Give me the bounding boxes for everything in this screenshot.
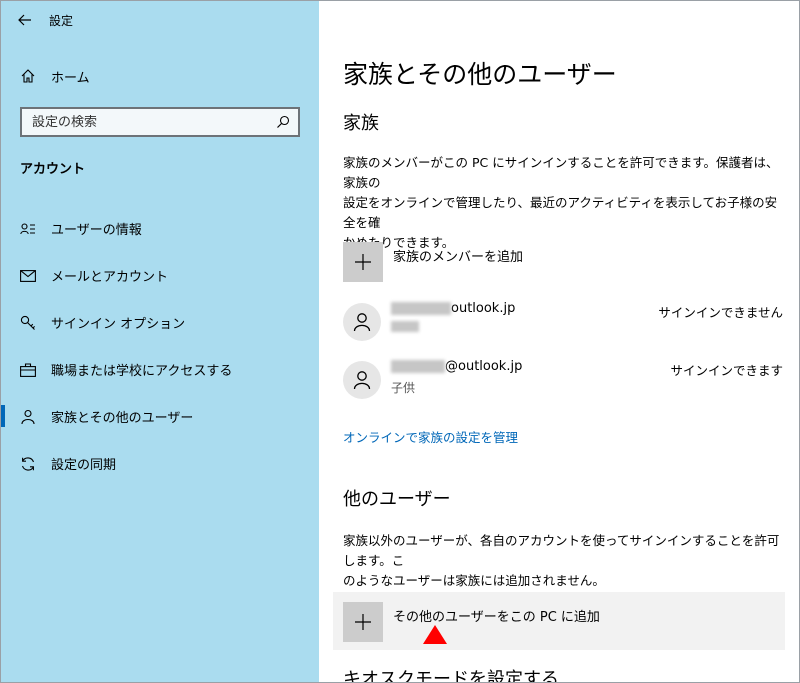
other-users-description-line: 家族以外のユーザーが、各自のアカウントを使ってサインインすることを許可します。こ [343, 533, 780, 568]
redacted-role [391, 321, 419, 332]
member-status: サインインできません [658, 305, 783, 320]
family-icon [19, 408, 37, 426]
manage-family-online-link[interactable]: オンラインで家族の設定を管理 [343, 427, 518, 446]
search-input[interactable] [32, 114, 262, 130]
page-title: 家族とその他のユーザー [343, 60, 617, 89]
member-email-suffix: outlook.jp [451, 301, 516, 316]
sidebar-item-family-other-users[interactable]: 家族とその他のユーザー [1, 393, 319, 440]
family-description: 家族のメンバーがこの PC にサインインすることを許可できます。保護者は、家族の… [343, 153, 783, 253]
person-icon [353, 313, 371, 332]
family-description-line: 設定をオンラインで管理したり、最近のアクティビティを表示してお子様の安全を確 [343, 195, 778, 230]
avatar [343, 361, 381, 399]
sidebar-item-label: 設定の同期 [51, 458, 117, 473]
key-icon [19, 314, 37, 332]
home-icon [19, 67, 37, 85]
sidebar-item-label: メールとアカウント [51, 270, 169, 285]
sidebar-item-label: 職場または学校にアクセスする [51, 364, 233, 379]
redacted-email-prefix [391, 302, 451, 315]
member-status: サインインできます [670, 363, 783, 378]
mail-icon [19, 267, 37, 285]
member-role [391, 321, 419, 332]
sidebar-item-access-work-school[interactable]: 職場または学校にアクセスする [1, 346, 319, 393]
kiosk-heading: キオスクモードを設定する [343, 669, 559, 683]
plus-icon [343, 242, 383, 282]
search-icon[interactable] [276, 115, 290, 129]
person-icon [353, 371, 371, 390]
sync-icon [19, 455, 37, 473]
settings-window: 設定 ホーム アカウント [0, 0, 800, 683]
section-title-account: アカウント [20, 162, 86, 177]
member-email: @outlook.jp [391, 359, 522, 374]
person-card-icon [19, 220, 37, 238]
back-arrow-icon [18, 14, 31, 26]
family-member-row[interactable]: @outlook.jp 子供 サインインできます [343, 357, 783, 403]
sidebar-item-sync-settings[interactable]: 設定の同期 [1, 440, 319, 487]
family-heading: 家族 [343, 113, 379, 134]
nav-home-label: ホーム [51, 70, 90, 86]
sidebar-item-label: ユーザーの情報 [51, 223, 142, 238]
family-member-row[interactable]: outlook.jp サインインできません [343, 299, 783, 345]
briefcase-icon [19, 361, 37, 379]
sidebar-item-email-accounts[interactable]: メールとアカウント [1, 252, 319, 299]
other-users-description-line: のようなユーザーは家族には追加されません。 [343, 573, 605, 588]
red-triangle-marker [423, 625, 447, 644]
title-bar: 設定 [1, 1, 319, 39]
search-box[interactable] [20, 107, 300, 137]
add-family-member-button[interactable]: 家族のメンバーを追加 [343, 242, 523, 282]
main-content: 家族とその他のユーザー 家族 家族のメンバーがこの PC にサインインすることを… [319, 1, 799, 683]
sidebar: 設定 ホーム アカウント [1, 1, 319, 682]
sidebar-item-label: サインイン オプション [51, 317, 186, 332]
nav-home[interactable]: ホーム [1, 59, 319, 93]
redacted-email-prefix [391, 360, 445, 373]
back-button[interactable] [1, 1, 49, 39]
family-description-line: 家族のメンバーがこの PC にサインインすることを許可できます。保護者は、家族の [343, 155, 779, 190]
add-other-user-button[interactable]: その他のユーザーをこの PC に追加 [333, 592, 785, 650]
sidebar-item-your-info[interactable]: ユーザーの情報 [1, 205, 319, 252]
window-title: 設定 [49, 13, 74, 28]
member-role: 子供 [391, 381, 416, 395]
add-other-user-label: その他のユーザーをこの PC に追加 [393, 610, 600, 625]
other-users-description: 家族以外のユーザーが、各自のアカウントを使ってサインインすることを許可します。こ… [343, 531, 789, 591]
sidebar-item-sign-in-options[interactable]: サインイン オプション [1, 299, 319, 346]
add-family-member-label: 家族のメンバーを追加 [393, 250, 524, 265]
plus-icon [343, 602, 383, 642]
member-email: outlook.jp [391, 301, 515, 316]
avatar [343, 303, 381, 341]
other-users-heading: 他のユーザー [343, 489, 451, 510]
nav-list: ユーザーの情報 メールとアカウント サインイン オプション 職場または学校にアク… [1, 205, 319, 487]
member-email-suffix: @outlook.jp [445, 359, 523, 374]
sidebar-item-label: 家族とその他のユーザー [51, 411, 194, 426]
